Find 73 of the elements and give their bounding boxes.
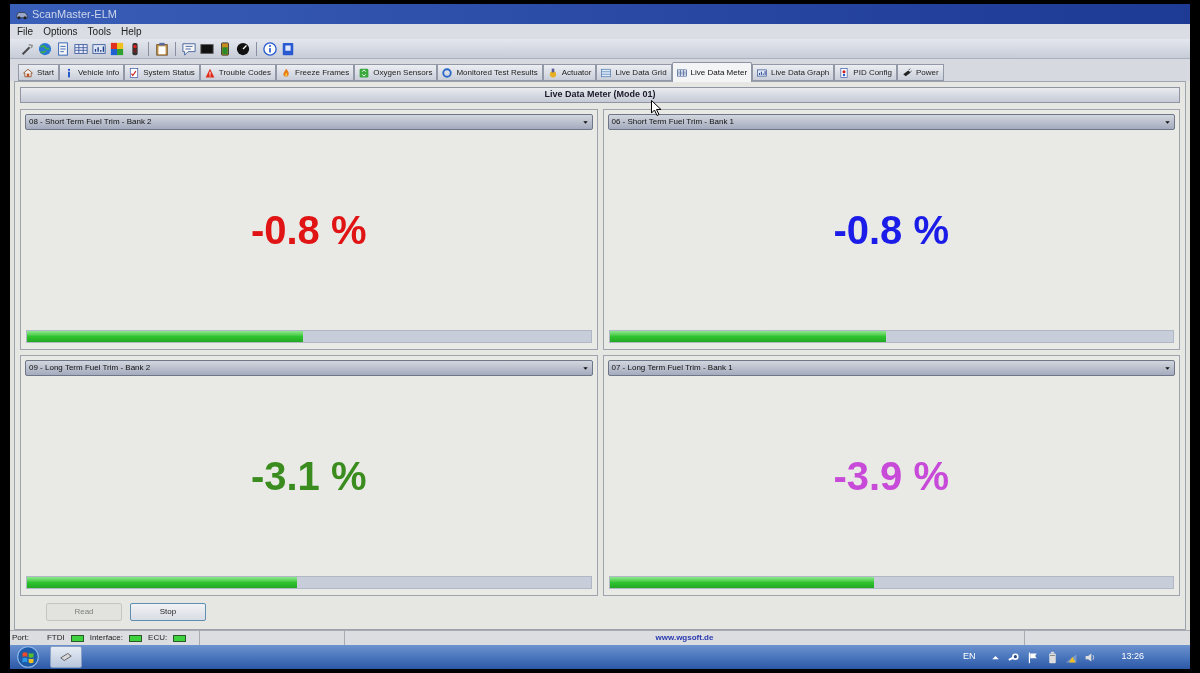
pid-dropdown[interactable]: 07 - Long Term Fuel Trim - Bank 1 [607,360,1175,376]
clock[interactable]: 13:26 [1121,650,1144,664]
config-document-icon [839,67,850,78]
globe-icon[interactable] [38,41,52,56]
document-icon[interactable] [56,41,70,56]
ring-icon [442,67,453,78]
pid-text: 09 - Long Term Fuel Trim - Bank 2 [29,362,151,374]
battery-icon[interactable] [218,41,232,56]
tab[interactable]: Power [897,64,944,81]
checklist-icon [129,67,140,78]
swap-arrows-icon [359,67,370,78]
pid-text: 07 - Long Term Fuel Trim - Bank 1 [611,362,733,374]
window-title: ScanMaster-ELM [32,6,117,22]
clipboard-icon[interactable] [155,41,169,56]
meter-reading: -3.1 % [250,456,367,496]
tab[interactable]: Live Data Meter [671,62,753,82]
menu-item[interactable]: Help [115,24,147,39]
tab[interactable]: Live Data Grid [596,64,672,81]
key-icon[interactable] [1008,650,1022,664]
grid-icon[interactable] [74,41,88,56]
warning-icon [204,67,215,78]
port-label: Port: [12,632,29,644]
meter-reading: -0.8 % [833,210,950,250]
tab[interactable]: Monitored Test Results [437,64,543,81]
indicator-label: ECU: [148,632,168,644]
dial-icon[interactable] [236,41,250,56]
pid-text: 06 - Short Term Fuel Trim - Bank 1 [611,116,735,128]
tab[interactable]: System Status [124,64,200,81]
tab[interactable]: Freeze Frames [276,64,355,81]
pid-text: 08 - Short Term Fuel Trim - Bank 2 [29,116,152,128]
start-button[interactable] [14,645,42,669]
table-icon [601,67,612,78]
tab[interactable]: Live Data Graph [752,64,835,81]
menu-item[interactable]: File [12,24,39,39]
card-icon [59,650,73,664]
caret-down-icon [1164,364,1171,372]
tab[interactable]: Trouble Codes [199,64,277,81]
chart-icon [757,67,768,78]
menu-item[interactable]: Options [38,24,83,39]
monitor-icon[interactable] [200,41,214,56]
action-button[interactable]: Stop [130,603,206,621]
tab[interactable]: Vehicle Info [58,64,125,81]
meter-reading: -3.9 % [833,456,950,496]
wand-icon[interactable] [20,41,34,56]
pid-dropdown[interactable]: 08 - Short Term Fuel Trim - Bank 2 [25,114,593,130]
indicator-label: Interface: [89,632,124,644]
house-icon [23,67,33,78]
colored-squares-icon[interactable] [110,41,124,56]
tile-icon[interactable] [281,41,295,56]
menu-item[interactable]: Tools [82,24,116,39]
orb-icon [17,646,39,668]
pid-dropdown[interactable]: 09 - Long Term Fuel Trim - Bank 2 [25,360,593,376]
caret-down-icon [581,118,589,126]
knob-icon [547,67,558,78]
website-link[interactable]: www.wgsoft.de [655,632,714,644]
tab[interactable]: Start [18,64,59,81]
meter-reading: -0.8 % [250,210,367,250]
plug-icon [902,67,912,78]
caret-down-icon [581,364,589,372]
indicator-label: FTDI [46,632,65,644]
pid-dropdown[interactable]: 06 - Short Term Fuel Trim - Bank 1 [607,114,1175,130]
taskbar-app-button[interactable] [50,646,82,668]
info-icon[interactable] [263,41,277,56]
tab[interactable]: Oxygen Sensors [354,64,438,81]
columns-icon [676,67,687,78]
tab[interactable]: PID Config [834,64,897,81]
speech-bubble-icon[interactable] [182,41,196,56]
caret-down-icon [1164,118,1171,126]
chart-icon[interactable] [92,41,106,56]
panel-title: Live Data Meter (Mode 01) [544,88,656,102]
language-indicator[interactable]: EN [962,650,976,664]
tab[interactable]: Actuator [542,64,597,81]
mouse-pointer-icon [651,100,662,116]
